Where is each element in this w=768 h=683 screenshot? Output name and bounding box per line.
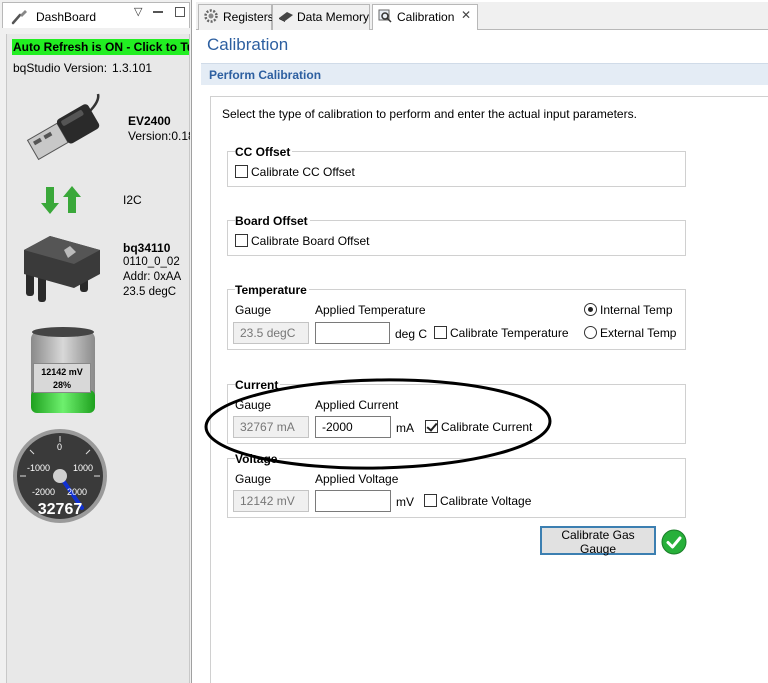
board-offset-title: Board Offset xyxy=(235,214,310,228)
gauge-tick-label: 0 xyxy=(57,442,63,452)
applied-temperature-input[interactable] xyxy=(315,322,390,344)
editor-tab-strip: Registers Data Memory Calibration ✕ xyxy=(196,2,768,31)
calibrate-current-label: Calibrate Current xyxy=(441,420,533,434)
battery-soc: 28% xyxy=(52,380,71,390)
internal-temp-label: Internal Temp xyxy=(600,303,673,317)
calibrate-voltage-checkbox[interactable] xyxy=(424,494,437,507)
section-title: Perform Calibration xyxy=(209,68,322,82)
gauge-value: 32767 xyxy=(37,501,83,518)
applied-voltage-input[interactable] xyxy=(315,490,391,512)
brush-icon xyxy=(11,10,27,25)
calibrate-gas-gauge-button[interactable]: Calibrate Gas Gauge xyxy=(540,526,656,556)
device-temperature: 23.5 degC xyxy=(123,286,177,298)
version-label: bqStudio Version: xyxy=(13,61,108,75)
usb-plug-icon xyxy=(26,93,100,161)
voltage-gauge-field xyxy=(233,490,309,512)
adapter-name: EV2400 xyxy=(128,114,171,128)
close-tab-icon[interactable]: ✕ xyxy=(461,8,471,22)
check-circle-icon xyxy=(661,529,687,555)
applied-current-label: Applied Current xyxy=(315,398,399,412)
temperature-gauge-label: Gauge xyxy=(235,303,272,317)
internal-temp-radio[interactable] xyxy=(584,303,597,316)
tab-registers[interactable]: Registers xyxy=(198,4,274,30)
applied-current-input[interactable] xyxy=(315,416,391,438)
ti-chip-icon xyxy=(24,236,100,302)
current-gauge-field xyxy=(233,416,309,438)
up-down-arrows-icon xyxy=(41,186,81,214)
calibrate-board-offset-label: Calibrate Board Offset xyxy=(251,234,370,248)
calibrate-board-offset-checkbox[interactable] xyxy=(235,234,248,247)
calibrate-temperature-checkbox[interactable] xyxy=(434,326,447,339)
current-title: Current xyxy=(235,378,281,392)
page-title: Calibration xyxy=(207,35,289,54)
minimize-icon[interactable] xyxy=(153,11,163,13)
gauge-tick-label: 1000 xyxy=(73,463,94,473)
battery-indicator: 12142 mV 28% xyxy=(27,325,99,417)
tab-calibration[interactable]: Calibration ✕ xyxy=(372,4,478,31)
device-address: Addr: 0xAA xyxy=(123,271,182,283)
tab-data-memory-label: Data Memory xyxy=(297,10,370,24)
adapter-version: Version:0.18 xyxy=(128,129,190,143)
instruction-text: Select the type of calibration to perfor… xyxy=(222,107,637,121)
calibrate-cc-offset-label: Calibrate CC Offset xyxy=(251,165,355,179)
gauge-tick-label: -1000 xyxy=(27,463,51,473)
battery-voltage: 12142 mV xyxy=(41,367,83,377)
maximize-icon[interactable] xyxy=(175,7,185,17)
dashboard-tab[interactable]: DashBoard ▽ xyxy=(2,2,190,28)
current-gauge: 0 -1000 1000 -2000 2000 32767 xyxy=(12,428,108,524)
gauge-tick-label: -2000 xyxy=(32,487,56,497)
auto-refresh-toggle[interactable]: Auto Refresh is ON - Click to Tu xyxy=(12,39,189,55)
calibrate-temperature-label: Calibrate Temperature xyxy=(450,326,569,340)
temperature-gauge-field xyxy=(233,322,309,344)
magnifier-icon xyxy=(378,9,392,23)
view-menu-icon[interactable]: ▽ xyxy=(134,5,142,18)
voltage-title: Voltage xyxy=(235,452,280,466)
temperature-unit: deg C xyxy=(395,327,428,341)
external-temp-radio[interactable] xyxy=(584,326,597,339)
tab-calibration-label: Calibration xyxy=(397,10,455,24)
cc-offset-title: CC Offset xyxy=(235,145,293,159)
tab-registers-label: Registers xyxy=(223,10,274,24)
applied-voltage-label: Applied Voltage xyxy=(315,472,399,486)
current-unit: mA xyxy=(396,421,414,435)
calibrate-voltage-label: Calibrate Voltage xyxy=(440,494,532,508)
memory-chip-icon xyxy=(279,12,293,22)
temperature-title: Temperature xyxy=(235,283,309,297)
voltage-gauge-label: Gauge xyxy=(235,472,272,486)
version-value: 1.3.101 xyxy=(112,61,153,75)
gear-icon xyxy=(204,9,218,23)
protocol-label: I2C xyxy=(123,193,142,207)
device-name: bq34110 xyxy=(123,241,171,255)
gauge-tick-label: 2000 xyxy=(67,487,88,497)
calibrate-current-checkbox[interactable] xyxy=(425,420,438,433)
dashboard-tab-label: DashBoard xyxy=(36,10,97,24)
applied-temperature-label: Applied Temperature xyxy=(315,303,426,317)
voltage-unit: mV xyxy=(396,495,414,509)
device-firmware: 0110_0_02 xyxy=(123,256,180,268)
current-gauge-label: Gauge xyxy=(235,398,272,412)
external-temp-label: External Temp xyxy=(600,326,677,340)
tab-data-memory[interactable]: Data Memory xyxy=(272,4,370,30)
calibrate-cc-offset-checkbox[interactable] xyxy=(235,165,248,178)
battery-readout: 12142 mV 28% xyxy=(33,363,91,393)
